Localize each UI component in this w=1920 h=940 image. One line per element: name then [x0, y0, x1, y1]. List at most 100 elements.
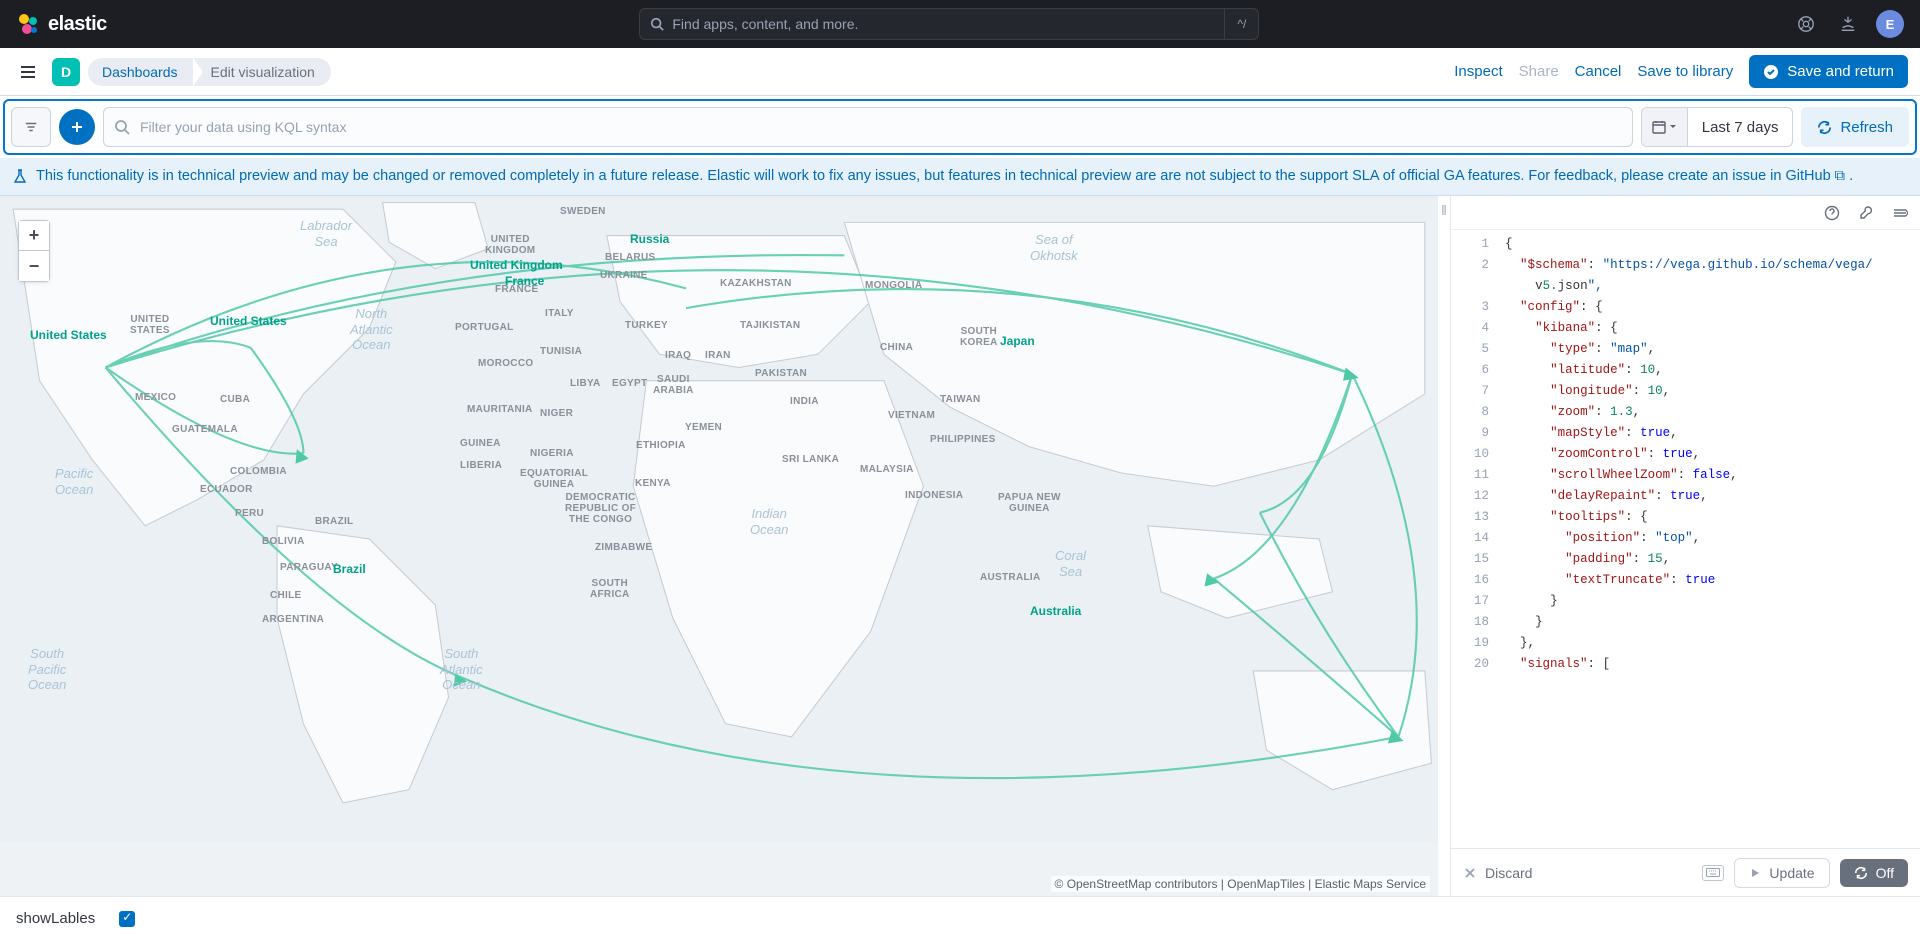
map-attribution: © OpenStreetMap contributors | OpenMapTi…: [1051, 876, 1430, 892]
breadcrumbs: Dashboards Edit visualization: [88, 58, 331, 86]
map-country-label: EQUATORIALGUINEA: [520, 468, 588, 490]
ocean-label: Sea ofOkhotsk: [1030, 232, 1078, 263]
brand-logo[interactable]: elastic: [16, 12, 107, 36]
show-labels-checkbox[interactable]: [119, 911, 135, 927]
map-country-label: VIETNAM: [888, 410, 935, 421]
map-country-label: KENYA: [635, 478, 671, 489]
code-content[interactable]: { "$schema": "https://vega.github.io/sch…: [1499, 230, 1920, 848]
cancel-button[interactable]: Cancel: [1575, 63, 1622, 80]
map-country-label: LIBYA: [570, 378, 601, 389]
map-country-label: YEMEN: [685, 422, 722, 433]
check-circle-icon: [1763, 64, 1779, 80]
map-country-label: MALAYSIA: [860, 464, 914, 475]
calendar-icon[interactable]: [1642, 108, 1688, 146]
map-country-label: SOUTHKOREA: [960, 326, 998, 348]
map-node-label: France: [505, 274, 544, 288]
zoom-in-button[interactable]: +: [19, 221, 49, 251]
refresh-icon: [1854, 866, 1868, 880]
space-badge[interactable]: D: [52, 58, 80, 86]
filter-menu-button[interactable]: [11, 107, 51, 147]
map-country-label: CUBA: [220, 394, 250, 405]
kql-input[interactable]: Filter your data using KQL syntax: [103, 107, 1633, 147]
refresh-icon: [1817, 120, 1832, 135]
map-country-label: NIGERIA: [530, 448, 574, 459]
map-country-label: CHINA: [880, 342, 913, 353]
discard-button[interactable]: Discard: [1463, 865, 1532, 881]
map-country-label: SAUDIARABIA: [653, 374, 694, 396]
nav-toggle-button[interactable]: [12, 56, 44, 88]
map-node-label: Brazil: [333, 562, 366, 576]
map-country-label: MAURITANIA: [467, 404, 533, 415]
date-range-label[interactable]: Last 7 days: [1688, 119, 1793, 136]
map-country-label: PERU: [235, 508, 264, 519]
map-country-label: IRAN: [705, 350, 731, 361]
tech-preview-banner: This functionality is in technical previ…: [0, 158, 1920, 196]
map-country-label: PAKISTAN: [755, 368, 807, 379]
ocean-label: CoralSea: [1055, 548, 1086, 579]
global-header: elastic Find apps, content, and more. ^/…: [0, 0, 1920, 48]
map-country-label: IRAQ: [665, 350, 691, 361]
map-country-label: BOLIVIA: [262, 536, 305, 547]
refresh-button[interactable]: Refresh: [1801, 107, 1909, 147]
code-editor[interactable]: 1234567891011121314151617181920 { "$sche…: [1451, 230, 1920, 848]
vega-editor-pane: 1234567891011121314151617181920 { "$sche…: [1450, 196, 1920, 896]
map-node-label: Japan: [1000, 334, 1035, 348]
pane-splitter[interactable]: ‖: [1438, 196, 1450, 896]
keyboard-icon[interactable]: [1702, 865, 1724, 881]
chevron-down-icon: [1669, 123, 1677, 131]
map-country-label: TURKEY: [625, 320, 668, 331]
breadcrumb-dashboards[interactable]: Dashboards: [88, 58, 194, 86]
show-labels-label: showLables: [16, 910, 95, 927]
viz-options-bar: showLables: [0, 896, 1920, 940]
ocean-label: SouthPacificOcean: [28, 646, 66, 693]
update-button[interactable]: Update: [1734, 858, 1829, 888]
save-to-library-button[interactable]: Save to library: [1637, 63, 1733, 80]
kql-placeholder: Filter your data using KQL syntax: [140, 119, 346, 135]
map-country-label: ZIMBABWE: [595, 542, 652, 553]
help-icon[interactable]: [1792, 10, 1820, 38]
add-filter-button[interactable]: [59, 109, 95, 145]
close-icon: [1463, 866, 1477, 880]
date-picker[interactable]: Last 7 days: [1641, 107, 1794, 147]
map-node-label: Russia: [630, 232, 669, 246]
zoom-out-button[interactable]: −: [19, 251, 49, 281]
breadcrumb-current: Edit visualization: [193, 58, 331, 86]
brand-text: elastic: [48, 13, 107, 36]
map-country-label: PORTUGAL: [455, 322, 514, 333]
map-pane[interactable]: + − SWEDEN UNITEDKINGDOM BELARUS UKRAINE…: [0, 196, 1438, 896]
help-icon[interactable]: [1822, 203, 1842, 223]
map-canvas[interactable]: [0, 196, 1438, 842]
editor-footer: Discard Update Off: [1451, 848, 1920, 896]
map-country-label: TAJIKISTAN: [740, 320, 800, 331]
map-country-label: PAPUA NEWGUINEA: [998, 492, 1061, 514]
user-avatar[interactable]: E: [1876, 10, 1904, 38]
expand-icon[interactable]: [1890, 203, 1910, 223]
map-country-label: TUNISIA: [540, 346, 582, 357]
editor-toolbar: [1451, 196, 1920, 230]
ocean-label: IndianOcean: [750, 506, 788, 537]
query-bar: Filter your data using KQL syntax Last 7…: [3, 99, 1917, 155]
map-country-label: DEMOCRATICREPUBLIC OFTHE CONGO: [565, 492, 636, 525]
map-country-label: MEXICO: [135, 392, 176, 403]
banner-text: This functionality is in technical previ…: [36, 168, 1831, 184]
map-country-label: MOROCCO: [478, 358, 533, 369]
wrench-icon[interactable]: [1856, 203, 1876, 223]
auto-update-toggle[interactable]: Off: [1840, 859, 1908, 887]
map-country-label: ARGENTINA: [262, 614, 324, 625]
save-and-return-button[interactable]: Save and return: [1749, 55, 1908, 88]
global-search[interactable]: Find apps, content, and more. ^/: [639, 8, 1259, 40]
map-node-label: United States: [210, 314, 287, 328]
inspect-button[interactable]: Inspect: [1454, 63, 1502, 80]
map-country-label: TAIWAN: [940, 394, 981, 405]
map-node-label: United States: [30, 328, 107, 342]
newsfeed-icon[interactable]: [1834, 10, 1862, 38]
map-country-label: INDIA: [790, 396, 819, 407]
external-link-icon[interactable]: ⧉: [1835, 168, 1845, 184]
breadcrumb-separator: [193, 58, 203, 86]
map-country-label: COLOMBIA: [230, 466, 287, 477]
map-country-label: UKRAINE: [600, 270, 648, 281]
map-country-label: KAZAKHSTAN: [720, 278, 792, 289]
map-country-label: MONGOLIA: [865, 280, 922, 291]
map-node-label: United Kingdom: [470, 258, 563, 272]
map-country-label: PHILIPPINES: [930, 434, 996, 445]
